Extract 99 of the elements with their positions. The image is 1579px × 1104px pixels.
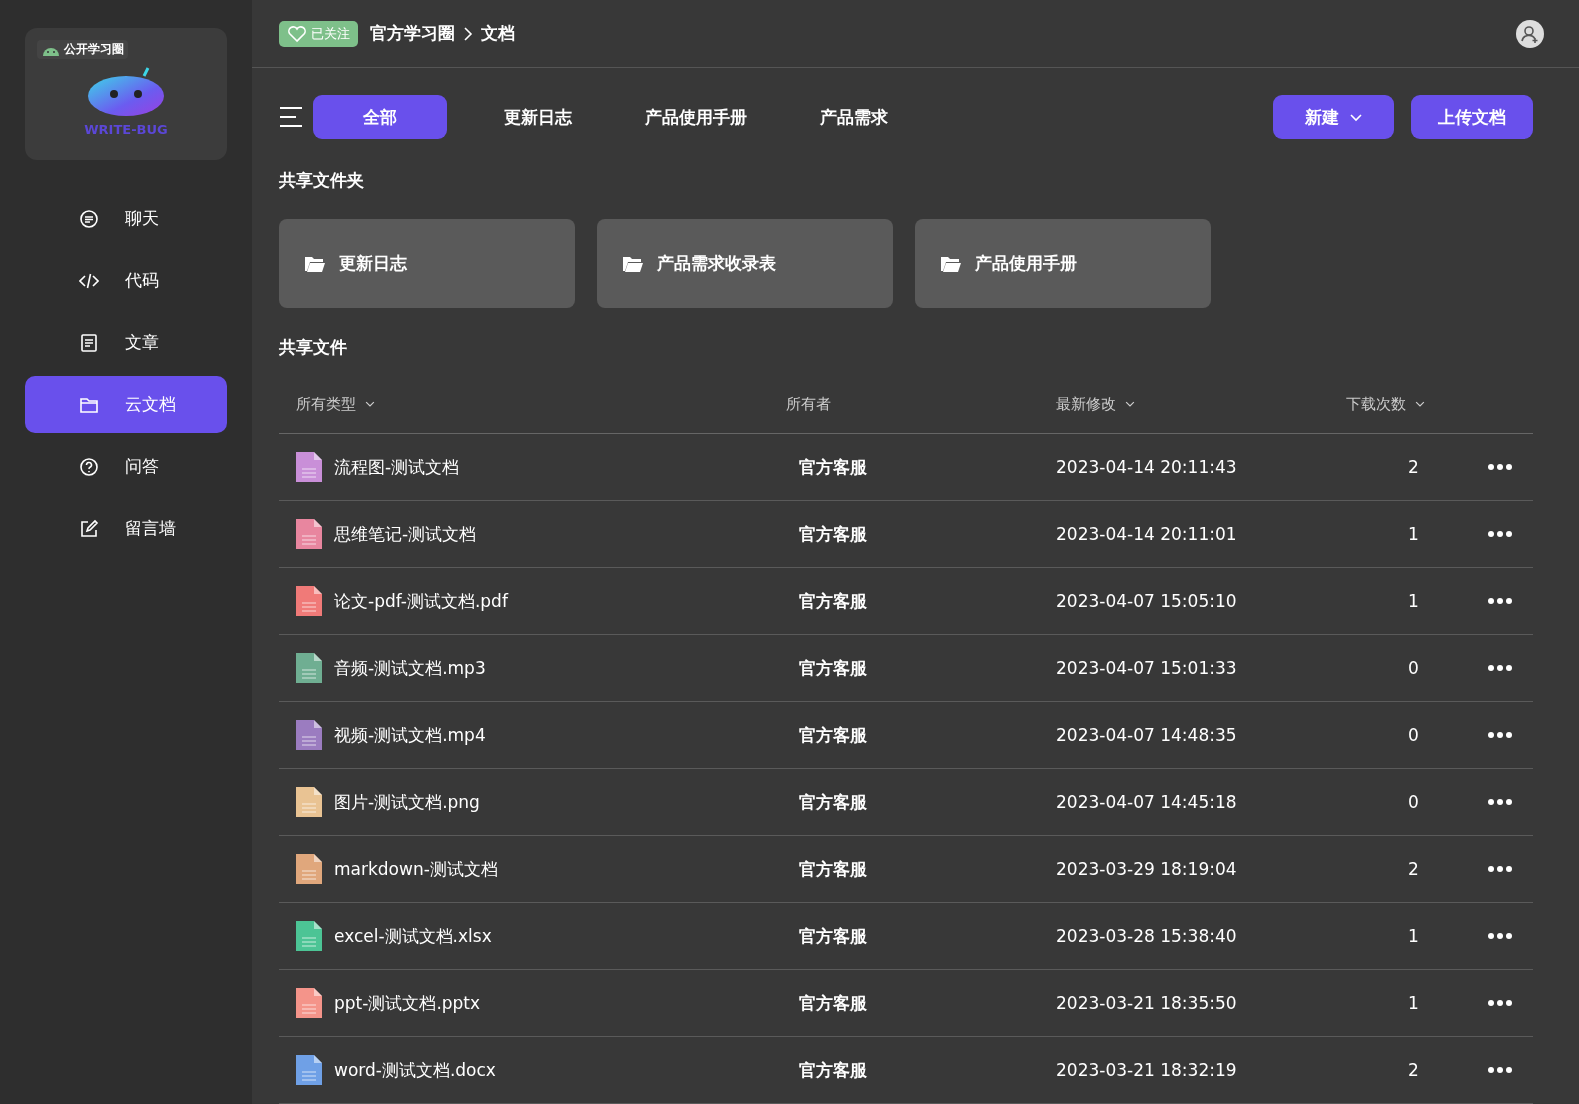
- owner-cell-text: 官方客服: [798, 857, 868, 881]
- modified-time-cell-text: 2023-04-07 14:45:18: [1056, 792, 1238, 812]
- more-options-icon[interactable]: [1487, 463, 1513, 471]
- modified-time-cell-text: 2023-03-29 18:19:04: [1056, 859, 1238, 879]
- owner-cell-text: 官方客服: [798, 790, 868, 814]
- modified-time-cell-text: 2023-04-14 20:11:01: [1056, 524, 1238, 544]
- owner-cell-text: 官方客服: [798, 455, 868, 479]
- new-button[interactable]: 新建: [1273, 95, 1394, 139]
- owner-cell-text: 官方客服: [798, 589, 868, 613]
- modified-time-cell-text: 2023-04-07 14:48:35: [1056, 725, 1238, 745]
- sidebar-item[interactable]: 文章: [25, 314, 227, 371]
- logo-wordmark: WRITE-BUG: [84, 121, 168, 137]
- sidebar-item[interactable]: 云文档: [25, 376, 227, 433]
- folder-icon: [305, 255, 325, 272]
- document-icon: [79, 332, 99, 353]
- logo-card[interactable]: 公开学习圈 WRITE-BUG: [25, 28, 227, 160]
- file-name[interactable]: 论文-pdf-测试文档.pdf: [334, 589, 508, 613]
- sort-caret-icon[interactable]: [364, 399, 376, 409]
- owner-cell-text: 官方客服: [798, 1058, 868, 1082]
- sidebar-item[interactable]: 聊天: [25, 190, 227, 247]
- edit-icon: [79, 518, 99, 539]
- file-name[interactable]: 视频-测试文档.mp4: [334, 723, 486, 747]
- more-options-icon[interactable]: [1487, 932, 1513, 940]
- chat-icon: [79, 208, 99, 229]
- more-options-icon[interactable]: [1487, 664, 1513, 672]
- sidebar-label: 云文档: [125, 393, 176, 416]
- download-count-cell-text: 0: [1407, 658, 1420, 678]
- modified-time-cell-text: 2023-04-07 15:01:33: [1056, 658, 1238, 678]
- folder-card[interactable]: 产品使用手册: [915, 219, 1211, 308]
- user-avatar-icon[interactable]: [1516, 19, 1544, 48]
- more-options-icon[interactable]: [1487, 731, 1513, 739]
- file-name[interactable]: markdown-测试文档: [334, 857, 498, 881]
- file-name[interactable]: excel-测试文档.xlsx: [334, 924, 492, 948]
- download-count-cell-text: 1: [1407, 993, 1420, 1013]
- tab[interactable]: 产品使用手册: [629, 95, 763, 139]
- download-count-cell-text: 1: [1407, 926, 1420, 946]
- folder-icon: [941, 255, 961, 272]
- sidebar-item[interactable]: 留言墙: [25, 500, 227, 557]
- sidebar-item[interactable]: 问答: [25, 438, 227, 495]
- owner-cell-text: 官方客服: [798, 656, 868, 680]
- help-icon: [79, 456, 99, 477]
- modified-time-cell-text: 2023-03-28 15:38:40: [1056, 926, 1238, 946]
- more-options-icon[interactable]: [1487, 865, 1513, 873]
- sidebar-label: 留言墙: [125, 517, 176, 540]
- sort-caret-icon[interactable]: [1124, 399, 1136, 409]
- download-count-cell-text: 2: [1407, 859, 1420, 879]
- more-options-icon[interactable]: [1487, 597, 1513, 605]
- modified-time-cell-text: 2023-04-14 20:11:43: [1056, 457, 1238, 477]
- owner-cell-text: 官方客服: [798, 924, 868, 948]
- column-header[interactable]: 下载次数: [1346, 394, 1406, 414]
- tab[interactable]: 全部: [313, 95, 447, 139]
- tab[interactable]: 更新日志: [471, 95, 605, 139]
- download-count-cell-text: 2: [1407, 1060, 1420, 1080]
- sidebar-label: 聊天: [125, 207, 159, 230]
- folder-name: 产品使用手册: [975, 252, 1077, 275]
- tab[interactable]: 产品需求: [787, 95, 921, 139]
- more-options-icon[interactable]: [1487, 1066, 1513, 1074]
- download-count-cell-text: 2: [1407, 457, 1420, 477]
- file-name[interactable]: 思维笔记-测试文档: [334, 522, 477, 546]
- sidebar-label: 问答: [125, 455, 159, 478]
- more-options-icon[interactable]: [1487, 999, 1513, 1007]
- owner-cell-text: 官方客服: [798, 991, 868, 1015]
- column-header[interactable]: 所有类型: [296, 394, 356, 414]
- file-name[interactable]: 音频-测试文档.mp3: [334, 656, 486, 680]
- file-name[interactable]: 流程图-测试文档: [334, 455, 460, 479]
- heart-icon: [287, 24, 307, 43]
- modified-time-cell-text: 2023-04-07 15:05:10: [1056, 591, 1238, 611]
- folder-name: 产品需求收录表: [657, 252, 776, 275]
- download-count-cell-text: 1: [1407, 524, 1420, 544]
- download-count-cell-text: 1: [1407, 591, 1420, 611]
- modified-time-cell-text: 2023-03-21 18:32:19: [1056, 1060, 1238, 1080]
- section-title: 共享文件夹: [279, 169, 365, 192]
- owner-cell-text: 官方客服: [798, 522, 868, 546]
- modified-time-cell-text: 2023-03-21 18:35:50: [1056, 993, 1238, 1013]
- file-name[interactable]: word-测试文档.docx: [334, 1058, 496, 1082]
- download-count-cell-text: 0: [1407, 725, 1420, 745]
- file-name[interactable]: 图片-测试文档.png: [334, 790, 480, 814]
- column-header[interactable]: 最新修改: [1056, 394, 1116, 414]
- sidebar-item[interactable]: 代码: [25, 252, 227, 309]
- breadcrumb-item[interactable]: 官方学习圈: [370, 22, 455, 45]
- owner-cell-text: 官方客服: [798, 723, 868, 747]
- sidebar-label: 文章: [125, 331, 159, 354]
- column-header: 所有者: [786, 394, 831, 414]
- sidebar-label: 代码: [125, 269, 159, 292]
- logo-badge: 公开学习圈: [37, 40, 128, 59]
- breadcrumb-item[interactable]: 文档: [481, 22, 515, 45]
- section-title: 共享文件: [279, 336, 348, 359]
- sort-caret-icon[interactable]: [1414, 399, 1426, 409]
- file-name[interactable]: ppt-测试文档.pptx: [334, 991, 481, 1015]
- folder-icon: [623, 255, 643, 272]
- upload-button[interactable]: 上传文档: [1411, 95, 1533, 139]
- chevron-right-icon: [463, 26, 473, 41]
- download-count-cell-text: 0: [1407, 792, 1420, 812]
- menu-icon[interactable]: [279, 106, 303, 128]
- folder-name: 更新日志: [339, 252, 407, 275]
- more-options-icon[interactable]: [1487, 530, 1513, 538]
- folder-card[interactable]: 产品需求收录表: [597, 219, 893, 308]
- folder-card[interactable]: 更新日志: [279, 219, 575, 308]
- more-options-icon[interactable]: [1487, 798, 1513, 806]
